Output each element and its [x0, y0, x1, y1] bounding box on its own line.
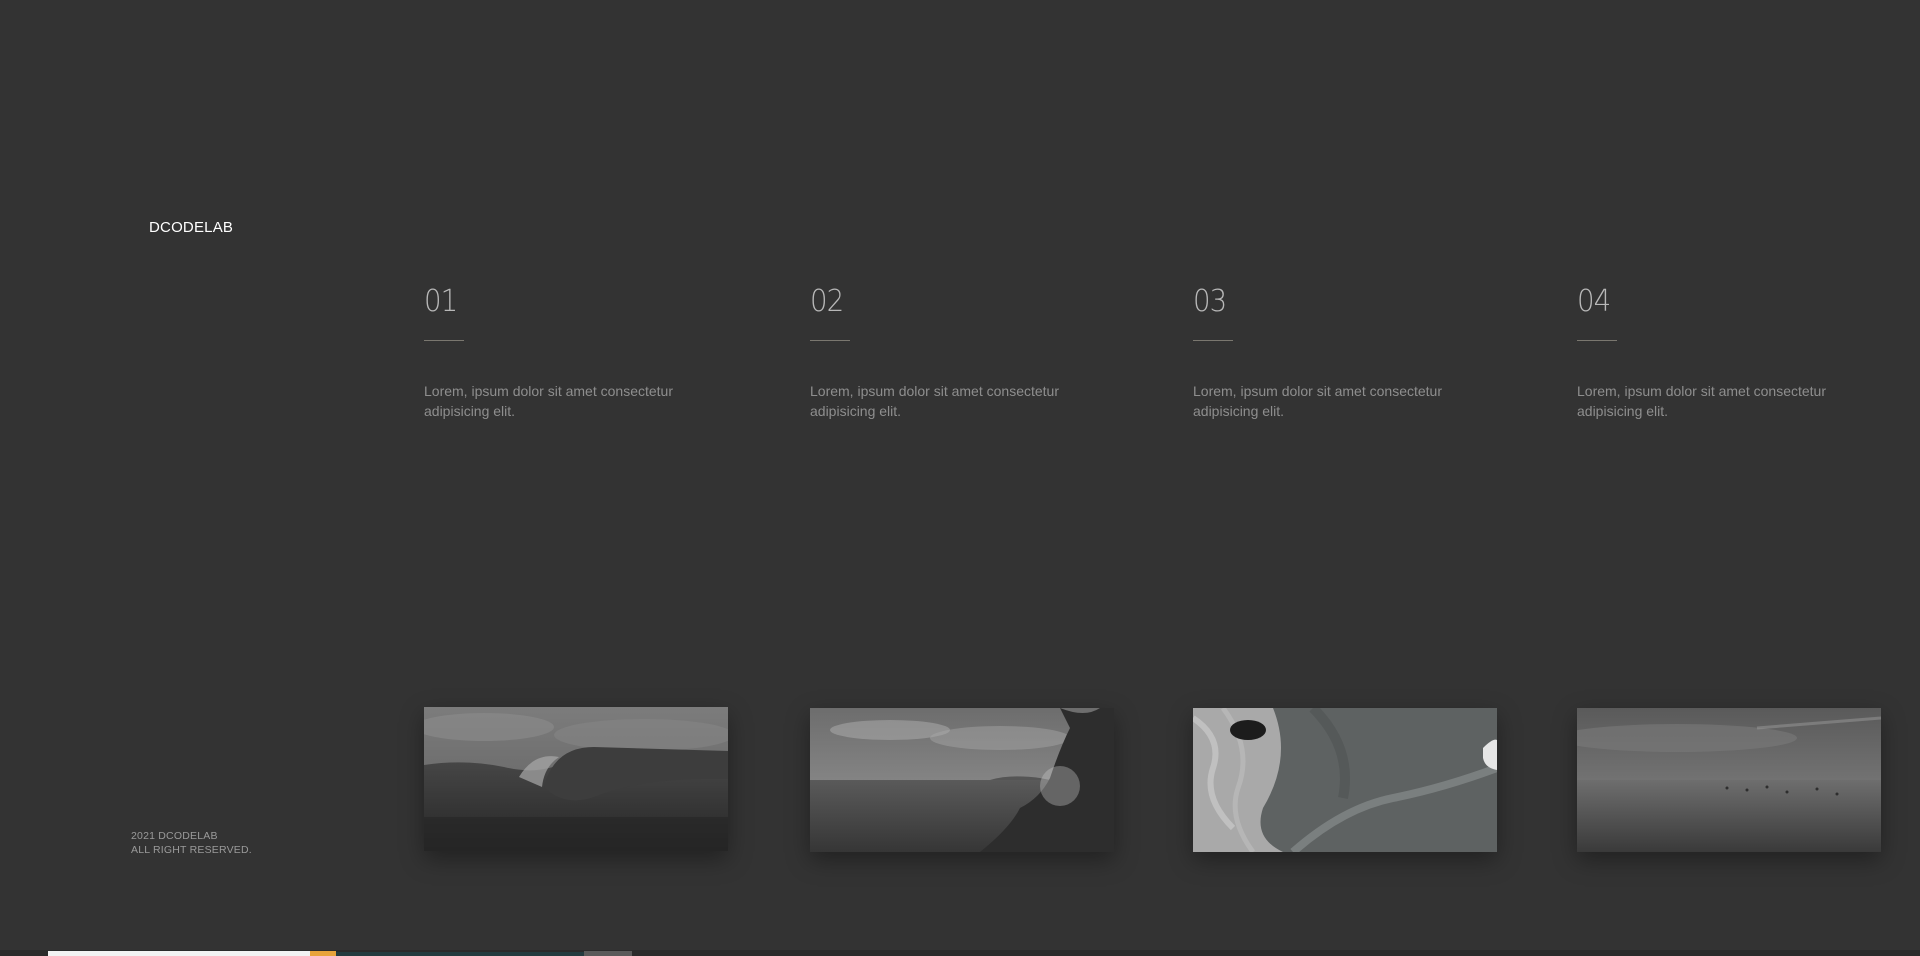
article-2: 02 Lorem, ipsum dolor sit amet consectet…: [810, 284, 1130, 421]
taskbar-segment: [310, 951, 336, 956]
taskbar-segment: [48, 951, 328, 956]
article-number: 03: [1193, 284, 1227, 319]
page: DCODELAB 2021 DCODELAB ALL RIGHT RESERVE…: [0, 0, 1920, 956]
divider: [1193, 340, 1233, 341]
article-4: 04 Lorem, ipsum dolor sit amet consectet…: [1577, 284, 1897, 421]
taskbar-strip: [0, 950, 1920, 956]
sea-horizon-image[interactable]: [1577, 708, 1881, 852]
article-number: 02: [810, 284, 844, 319]
article-number: 04: [1577, 284, 1611, 319]
wave-image[interactable]: [424, 707, 728, 851]
article-text: Lorem, ipsum dolor sit amet consectetur …: [1193, 383, 1442, 419]
divider: [424, 340, 464, 341]
divider: [1577, 340, 1617, 341]
article-text: Lorem, ipsum dolor sit amet consectetur …: [424, 383, 673, 419]
taskbar-segment: [584, 951, 632, 956]
article-number: 01: [424, 284, 458, 319]
article-3: 03 Lorem, ipsum dolor sit amet consectet…: [1193, 284, 1513, 421]
article-1: 01 Lorem, ipsum dolor sit amet consectet…: [424, 284, 744, 421]
logo[interactable]: DCODELAB: [149, 219, 233, 236]
footer-copyright: 2021 DCODELAB: [131, 830, 218, 842]
divider: [810, 340, 850, 341]
footer: 2021 DCODELAB ALL RIGHT RESERVED.: [131, 829, 252, 857]
coast-image[interactable]: [810, 708, 1114, 852]
aerial-surf-image[interactable]: [1193, 708, 1497, 852]
article-text: Lorem, ipsum dolor sit amet consectetur …: [1577, 383, 1826, 419]
footer-rights: ALL RIGHT RESERVED.: [131, 844, 252, 856]
article-text: Lorem, ipsum dolor sit amet consectetur …: [810, 383, 1059, 419]
taskbar-segment: [336, 952, 584, 956]
